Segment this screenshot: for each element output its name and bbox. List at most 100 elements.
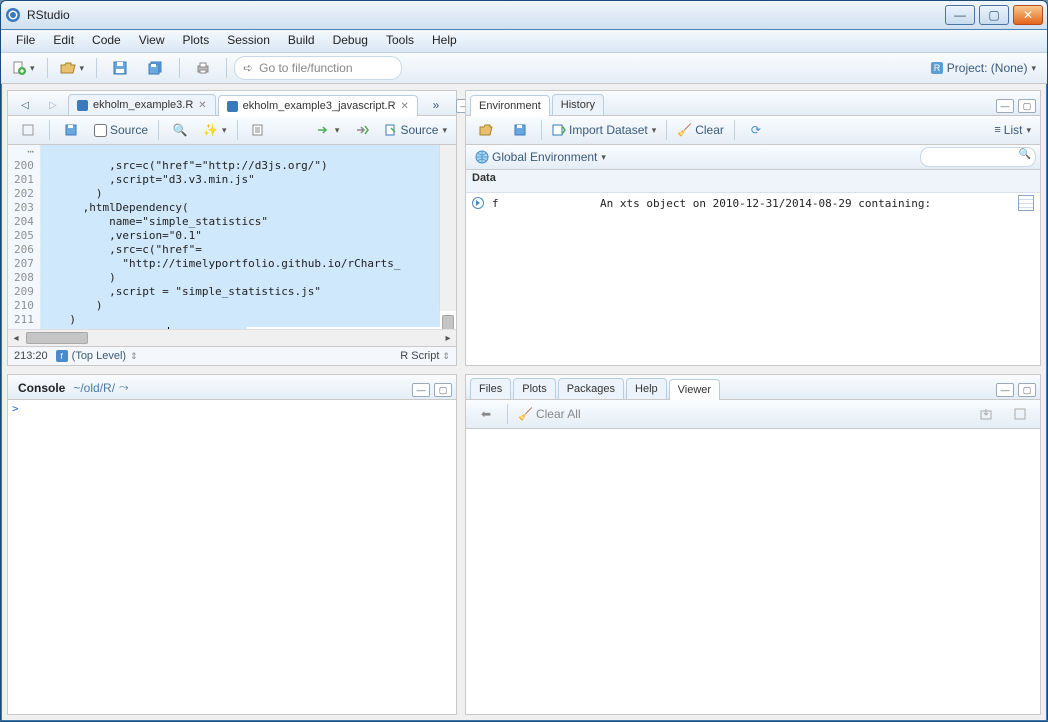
- console-body[interactable]: >: [8, 400, 456, 714]
- viewer-toolbar: ⬅ 🧹Clear All: [466, 400, 1040, 429]
- main-toolbar: ▾ ▾ ➪ Go to file/function R Project: (No…: [1, 53, 1047, 84]
- project-icon: R: [930, 61, 944, 75]
- console-path-link-icon[interactable]: ⤳: [117, 376, 131, 399]
- save-source-button[interactable]: [55, 118, 87, 142]
- file-type-selector[interactable]: R Script ⇕: [400, 350, 450, 362]
- tab-help[interactable]: Help: [626, 378, 667, 399]
- view-mode-button[interactable]: ≡ List▾: [989, 118, 1036, 142]
- close-icon[interactable]: ✕: [198, 100, 206, 111]
- console-tab-bar: Console ~/old/R/ ⤳ — ▢: [8, 375, 456, 400]
- menu-debug[interactable]: Debug: [324, 30, 377, 52]
- source-menu-label: Source: [400, 123, 438, 137]
- env-scope-bar: Global Environment▾: [466, 145, 1040, 170]
- export-icon: [980, 408, 992, 420]
- popout-viewer-button[interactable]: [1004, 402, 1036, 426]
- source-tab-2[interactable]: ekholm_example3_javascript.R ✕: [218, 95, 418, 116]
- env-var-value: An xts object on 2010-12-31/2014-08-29 c…: [600, 197, 1010, 210]
- code-editor[interactable]: ⋯ 200 201 202 203 204 205 206 207 208 20…: [8, 145, 456, 329]
- refresh-button[interactable]: ⟳: [740, 118, 772, 142]
- open-file-button[interactable]: ▾: [55, 56, 90, 80]
- pane-maximize-button[interactable]: ▢: [1018, 99, 1036, 113]
- import-dataset-button[interactable]: Import Dataset▾: [547, 118, 661, 142]
- project-menu[interactable]: R Project: (None) ▾: [925, 56, 1041, 80]
- menu-session[interactable]: Session: [218, 30, 279, 52]
- text-cursor: [168, 327, 169, 329]
- source-tab-1[interactable]: ekholm_example3.R ✕: [68, 94, 216, 115]
- new-file-button[interactable]: ▾: [7, 56, 40, 80]
- environment-scope-button[interactable]: Global Environment▾: [470, 145, 611, 169]
- maximize-button[interactable]: ▢: [979, 5, 1009, 25]
- source-on-save-checkbox[interactable]: [94, 124, 107, 137]
- tab-files[interactable]: Files: [470, 378, 511, 399]
- menu-view[interactable]: View: [130, 30, 174, 52]
- nav-forward-button[interactable]: ▷: [40, 95, 66, 115]
- source-on-save-button[interactable]: Source: [89, 118, 153, 142]
- more-tabs-button[interactable]: »: [420, 95, 452, 115]
- clear-workspace-button[interactable]: 🧹Clear: [672, 118, 729, 142]
- save-workspace-button[interactable]: [504, 118, 536, 142]
- env-search-input[interactable]: [920, 147, 1036, 167]
- save-all-button[interactable]: [140, 56, 172, 80]
- right-column: Environment History — ▢ Import Dataset▾ …: [465, 90, 1041, 715]
- titlebar: RStudio — ▢ ✕: [1, 1, 1047, 30]
- tab-history[interactable]: History: [552, 94, 604, 115]
- separator: [226, 58, 227, 78]
- scope-selector[interactable]: f (Top Level) ⇕: [56, 350, 138, 362]
- source-icon: [385, 124, 397, 136]
- code-area[interactable]: ,src=c("href"="http://d3js.org/") ,scrip…: [41, 145, 456, 329]
- env-toolbar: Import Dataset▾ 🧹Clear ⟳ ≡ List▾: [466, 116, 1040, 145]
- env-row[interactable]: f An xts object on 2010-12-31/2014-08-29…: [466, 193, 1040, 213]
- env-tab-bar: Environment History — ▢: [466, 91, 1040, 116]
- line-numbers: ⋯ 200 201 202 203 204 205 206 207 208 20…: [8, 145, 41, 329]
- menu-file[interactable]: File: [7, 30, 44, 52]
- pane-minimize-button[interactable]: —: [996, 99, 1014, 113]
- cursor-position: 213:20: [14, 350, 48, 362]
- menu-plots[interactable]: Plots: [174, 30, 219, 52]
- menu-build[interactable]: Build: [279, 30, 324, 52]
- scope-label: (Top Level): [72, 350, 126, 362]
- rstudio-window: RStudio — ▢ ✕ File Edit Code View Plots …: [0, 0, 1048, 722]
- save-button[interactable]: [104, 56, 136, 80]
- close-button[interactable]: ✕: [1013, 5, 1043, 25]
- tab-packages[interactable]: Packages: [558, 378, 624, 399]
- run-button[interactable]: ▾: [312, 118, 345, 142]
- compile-button[interactable]: [243, 118, 275, 142]
- nav-back-button[interactable]: ◁: [12, 95, 38, 115]
- source-editor-body: ⋯ 200 201 202 203 204 205 206 207 208 20…: [8, 145, 456, 365]
- broom-icon: 🧹: [677, 123, 692, 137]
- menu-tools[interactable]: Tools: [377, 30, 423, 52]
- expand-icon[interactable]: [472, 197, 484, 209]
- console-title: Console: [12, 377, 71, 399]
- export-button[interactable]: [970, 402, 1002, 426]
- console-path: ~/old/R/: [73, 377, 115, 399]
- pane-minimize-button[interactable]: —: [412, 383, 430, 397]
- pane-maximize-button[interactable]: ▢: [1018, 383, 1036, 397]
- pane-maximize-button[interactable]: ▢: [434, 383, 452, 397]
- rerun-button[interactable]: [346, 118, 378, 142]
- popout-button[interactable]: [12, 118, 44, 142]
- wand-button[interactable]: ✨▾: [198, 118, 231, 142]
- source-menu-button[interactable]: Source▾: [380, 118, 452, 142]
- menu-edit[interactable]: Edit: [44, 30, 83, 52]
- goto-file-function-input[interactable]: ➪ Go to file/function: [234, 56, 402, 80]
- clear-viewer-button[interactable]: 🧹Clear All: [513, 402, 586, 426]
- pane-minimize-button[interactable]: —: [996, 383, 1014, 397]
- close-icon[interactable]: ✕: [401, 101, 409, 112]
- menu-code[interactable]: Code: [83, 30, 130, 52]
- tab-plots[interactable]: Plots: [513, 378, 555, 399]
- tab-viewer[interactable]: Viewer: [669, 379, 720, 400]
- popout-icon: [1014, 408, 1026, 420]
- viewer-back-button[interactable]: ⬅: [470, 402, 502, 426]
- source-pane: ◁ ▷ ekholm_example3.R ✕ ekholm_example3_…: [7, 90, 457, 366]
- left-column: ◁ ▷ ekholm_example3.R ✕ ekholm_example3_…: [7, 90, 457, 715]
- minimize-button[interactable]: —: [945, 5, 975, 25]
- vertical-scrollbar[interactable]: [439, 145, 456, 311]
- find-button[interactable]: 🔍: [164, 118, 196, 142]
- menu-help[interactable]: Help: [423, 30, 466, 52]
- tab-environment[interactable]: Environment: [470, 95, 550, 116]
- horizontal-scrollbar[interactable]: ◂▸: [8, 329, 456, 346]
- load-workspace-button[interactable]: [470, 118, 502, 142]
- view-data-icon[interactable]: [1018, 195, 1034, 211]
- print-button[interactable]: [187, 56, 219, 80]
- env-var-name: f: [492, 197, 592, 210]
